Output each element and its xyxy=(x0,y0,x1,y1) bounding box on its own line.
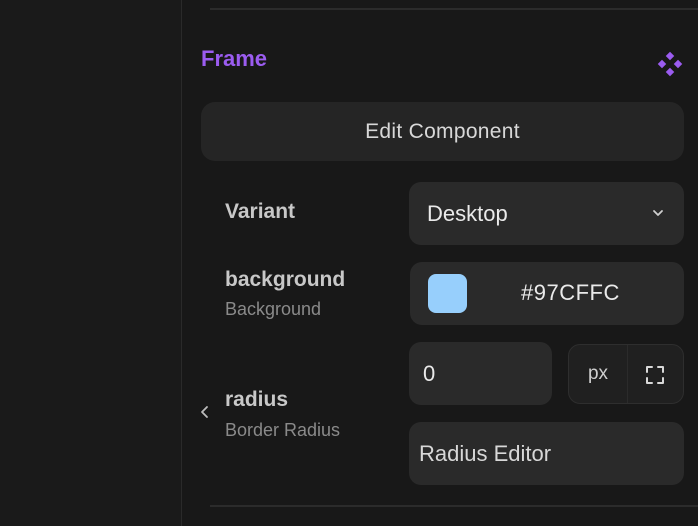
radius-value: 0 xyxy=(423,360,436,386)
variant-select-value: Desktop xyxy=(427,200,508,226)
properties-panel: Frame Edit Component Variant Desktop bac… xyxy=(182,0,698,526)
variant-label: Variant xyxy=(225,200,296,223)
variant-select[interactable]: Desktop xyxy=(409,182,684,245)
left-pane xyxy=(0,0,182,526)
section-divider-top xyxy=(210,8,698,10)
radius-label: radius xyxy=(225,388,289,411)
unit-toggle-button[interactable]: px xyxy=(569,345,628,403)
background-color-value: #97CFFC xyxy=(521,280,620,305)
radius-value-input[interactable]: 0 xyxy=(409,342,552,405)
section-title: Frame xyxy=(201,46,268,71)
radius-editor-button[interactable]: Radius Editor xyxy=(409,422,684,485)
radius-sublabel: Border Radius xyxy=(225,420,341,440)
background-color-field[interactable]: #97CFFC xyxy=(410,262,684,325)
section-divider-bottom xyxy=(210,505,698,507)
expand-corners-icon[interactable] xyxy=(645,365,665,385)
background-sublabel: Background xyxy=(225,299,322,319)
chevron-left-icon[interactable] xyxy=(199,405,211,419)
edit-component-button[interactable]: Edit Component xyxy=(201,102,684,161)
radius-unit-group: px xyxy=(568,344,684,404)
background-label: background xyxy=(225,268,346,291)
chevron-down-icon xyxy=(653,210,663,216)
color-swatch[interactable] xyxy=(428,274,467,313)
component-diamond-icon[interactable] xyxy=(657,51,683,77)
